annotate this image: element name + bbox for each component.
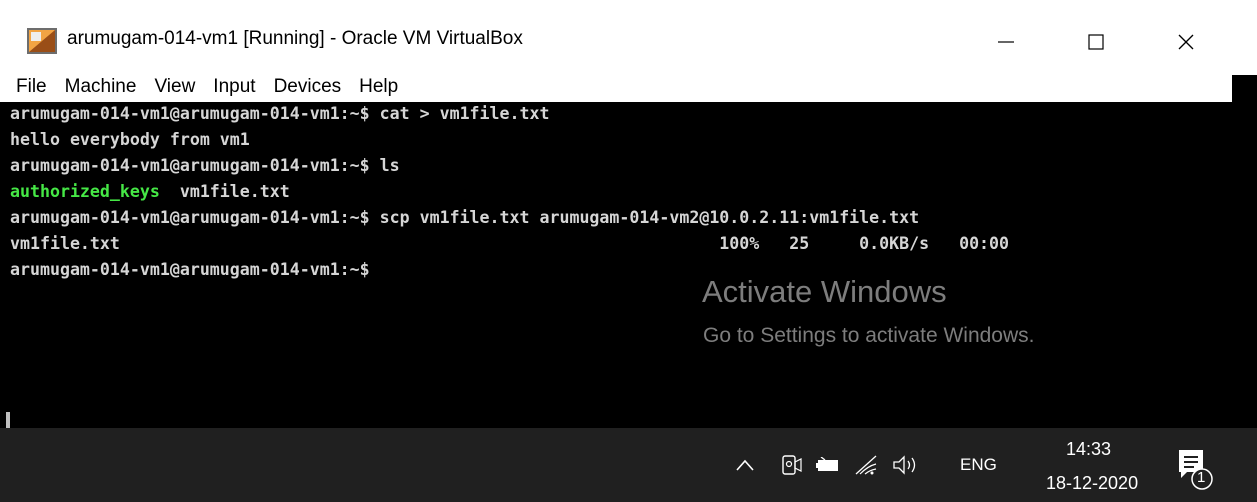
window-titlebar[interactable]: arumugam-014-vm1 [Running] - Oracle VM V… [0, 0, 1257, 75]
terminal-line: vm1file.txt 100% 25 0.0KB/s 00:00 [10, 234, 1010, 253]
terminal-cursor [6, 412, 10, 428]
window-title: arumugam-014-vm1 [Running] - Oracle VM V… [67, 28, 523, 49]
terminal-line: authorized_keys vm1file.txt [10, 182, 290, 202]
directory-entry-vm1file: vm1file.txt [159, 182, 290, 201]
close-icon [1178, 34, 1194, 50]
battery-icon[interactable] [814, 450, 842, 480]
notification-icon[interactable]: 1 [1175, 446, 1215, 490]
directory-entry-authorized-keys: authorized_keys [10, 182, 160, 201]
virtualbox-icon [27, 28, 57, 54]
chevron-up-icon[interactable] [733, 450, 757, 480]
terminal-line: hello everybody from vm1 [10, 130, 250, 149]
maximize-button[interactable] [1066, 24, 1126, 60]
language-indicator[interactable]: ENG [960, 455, 997, 475]
minimize-button[interactable] [976, 24, 1036, 60]
volume-icon[interactable] [890, 450, 922, 480]
vm-terminal-screen[interactable]: arumugam-014-vm1@arumugam-014-vm1:~$ cat… [0, 102, 1257, 428]
menu-bar: File Machine View Input Devices Help [0, 75, 1232, 102]
meet-now-icon[interactable] [779, 450, 803, 480]
menu-file[interactable]: File [0, 75, 56, 99]
activate-windows-subtitle: Go to Settings to activate Windows. [703, 324, 1035, 347]
menu-machine[interactable]: Machine [56, 75, 146, 99]
maximize-icon [1088, 34, 1104, 50]
terminal-line: arumugam-014-vm1@arumugam-014-vm1:~$ ls [10, 156, 400, 175]
menu-devices[interactable]: Devices [265, 75, 351, 99]
clock-time[interactable]: 14:33 [1066, 439, 1111, 460]
activate-windows-title: Activate Windows [702, 274, 947, 309]
menu-input[interactable]: Input [204, 75, 264, 99]
menu-view[interactable]: View [145, 75, 204, 99]
terminal-line: arumugam-014-vm1@arumugam-014-vm1:~$ cat… [10, 104, 550, 123]
wifi-icon[interactable] [853, 450, 881, 480]
window-edge [1232, 75, 1257, 102]
menu-help[interactable]: Help [350, 75, 407, 99]
clock-date[interactable]: 18-12-2020 [1046, 473, 1138, 494]
close-button[interactable] [1156, 24, 1216, 60]
minimize-icon [998, 41, 1014, 43]
terminal-prompt: arumugam-014-vm1@arumugam-014-vm1:~$ [10, 260, 370, 279]
terminal-line: arumugam-014-vm1@arumugam-014-vm1:~$ scp… [10, 208, 920, 227]
notification-count: 1 [1197, 469, 1206, 486]
